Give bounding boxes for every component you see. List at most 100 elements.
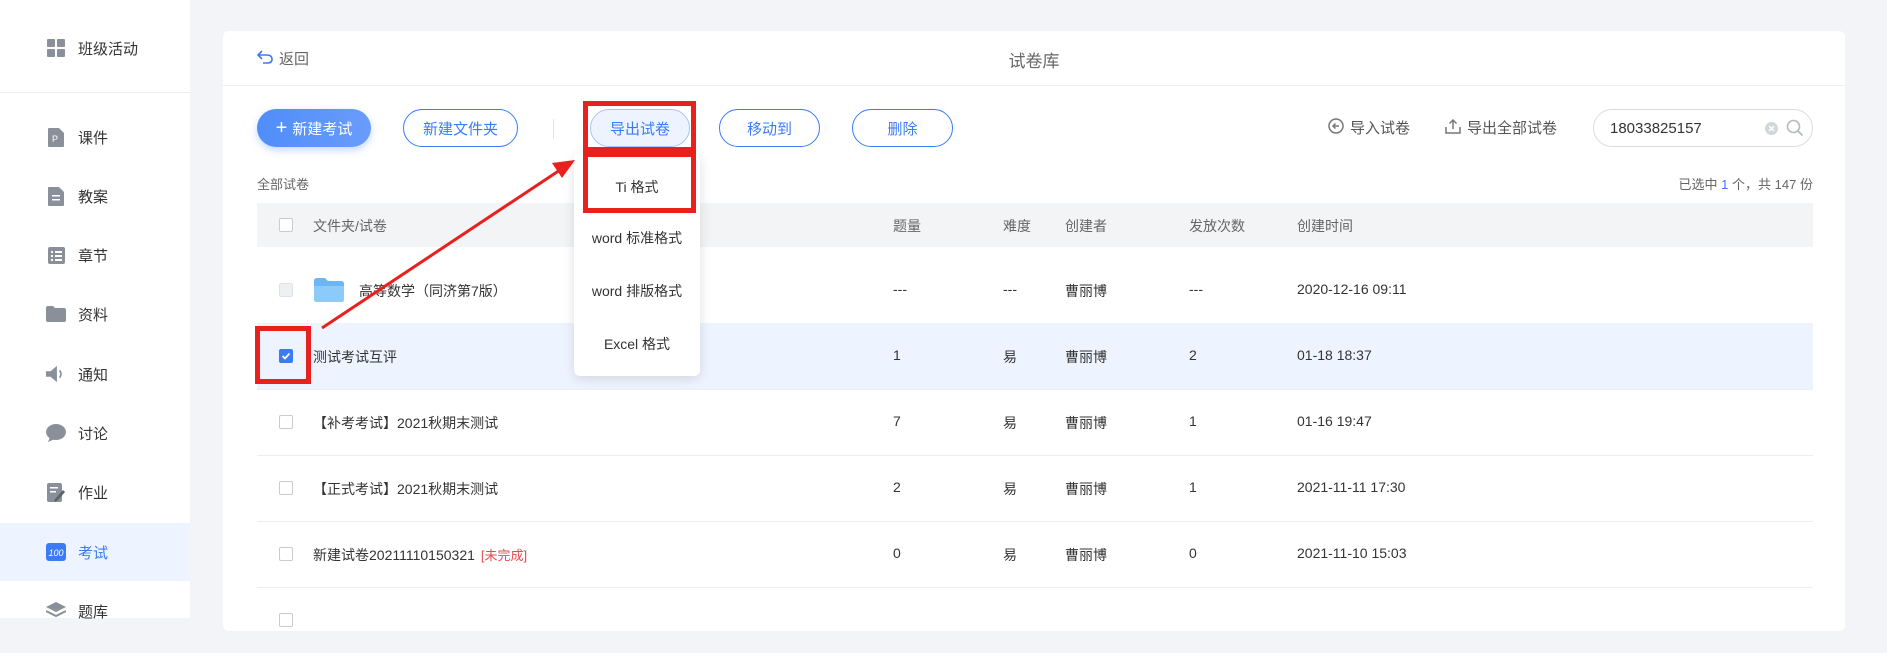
- svg-text:P: P: [52, 134, 58, 144]
- sidebar-item-lesson-plan[interactable]: 教案: [0, 167, 190, 225]
- row-creator: 曹丽博: [1065, 415, 1107, 431]
- annotation-box-checkbox: [255, 326, 311, 384]
- row-issued: 0: [1189, 545, 1197, 561]
- menu-item-excel-format[interactable]: Excel 格式: [574, 334, 700, 354]
- search-icon[interactable]: [1786, 119, 1804, 142]
- sidebar-item-materials[interactable]: 资料: [0, 285, 190, 343]
- clear-icon[interactable]: [1764, 121, 1779, 141]
- import-label: 导入试卷: [1350, 120, 1411, 137]
- column-header-difficulty: 难度: [1003, 218, 1031, 234]
- row-checkbox[interactable]: [279, 481, 293, 495]
- row-difficulty: 易: [1003, 481, 1017, 497]
- table-row[interactable]: 【正式考试】2021秋期末测试 2 易 曹丽博 1 2021-11-11 17:…: [257, 455, 1813, 522]
- sidebar-item-label: 讨论: [78, 425, 109, 443]
- row-created: 2020-12-16 09:11: [1297, 281, 1407, 297]
- table-row[interactable]: 测试考试互评 1 易 曹丽博 2 01-18 18:37: [257, 323, 1813, 390]
- table-header: 文件夹/试卷 题量 难度 创建者 发放次数 创建时间: [257, 203, 1813, 247]
- sidebar-item-courseware[interactable]: P 课件: [0, 108, 190, 166]
- sidebar-item-label: 章节: [78, 247, 109, 265]
- row-name[interactable]: 【正式考试】2021秋期末测试: [313, 479, 498, 499]
- search-input[interactable]: [1608, 118, 1752, 138]
- sidebar-item-label: 考试: [78, 544, 109, 562]
- grid-icon: [46, 38, 66, 58]
- sidebar-item-homework[interactable]: 作业: [0, 463, 190, 521]
- row-created: 2021-11-10 15:03: [1297, 545, 1407, 561]
- page-title: 试卷库: [1008, 52, 1060, 71]
- column-header-issued: 发放次数: [1189, 218, 1245, 234]
- sidebar-item-chapters[interactable]: 章节: [0, 226, 190, 284]
- table-row[interactable]: 新建试卷20211110150321 [未完成] 0 易 曹丽博 0 2021-1…: [257, 521, 1813, 588]
- sidebar-item-question-bank[interactable]: 题库: [0, 582, 190, 640]
- sidebar-item-class-activity[interactable]: 班级活动: [0, 19, 190, 77]
- row-issued: ---: [1189, 281, 1203, 297]
- row-difficulty: 易: [1003, 547, 1017, 563]
- row-name[interactable]: 高等数学（同济第7版）: [359, 281, 507, 301]
- row-creator: 曹丽博: [1065, 283, 1107, 299]
- menu-item-word-standard[interactable]: word 标准格式: [574, 228, 700, 248]
- export-all-label: 导出全部试卷: [1467, 120, 1558, 137]
- sidebar-item-label: 班级活动: [78, 40, 139, 58]
- select-all-checkbox[interactable]: [279, 218, 293, 232]
- row-creator: 曹丽博: [1065, 349, 1107, 365]
- total-count: 147: [1774, 177, 1797, 192]
- import-icon: [1328, 117, 1344, 138]
- delete-button[interactable]: 删除: [852, 109, 953, 147]
- sidebar-item-label: 通知: [78, 366, 109, 384]
- summary-middle: 个，共: [1732, 177, 1772, 192]
- sidebar-item-discussion[interactable]: 讨论: [0, 404, 190, 462]
- row-name[interactable]: 测试考试互评: [313, 347, 397, 367]
- ppt-file-icon: P: [46, 127, 66, 147]
- row-checkbox[interactable]: [279, 613, 293, 627]
- menu-item-word-layout[interactable]: word 排版格式: [574, 281, 700, 301]
- homework-icon: [46, 482, 66, 502]
- row-count: 7: [893, 413, 901, 429]
- import-paper-button[interactable]: 导入试卷: [1328, 117, 1410, 138]
- row-checkbox[interactable]: [279, 547, 293, 561]
- toolbar-divider: [553, 119, 554, 139]
- export-all-button[interactable]: 导出全部试卷: [1445, 117, 1557, 138]
- row-count: 1: [893, 347, 901, 363]
- summary-prefix: 已选中: [1678, 177, 1718, 192]
- new-folder-button[interactable]: 新建文件夹: [403, 109, 518, 147]
- row-issued: 2: [1189, 347, 1197, 363]
- row-checkbox: [279, 283, 293, 297]
- row-created: 01-16 19:47: [1297, 413, 1372, 429]
- row-count: ---: [893, 281, 907, 297]
- sidebar: 班级活动 P 课件 教案 章节 资料 通知 讨论 作业 100 考试 题库: [0, 0, 190, 621]
- breadcrumb[interactable]: 全部试卷: [257, 174, 309, 193]
- column-header-creator: 创建者: [1065, 218, 1107, 234]
- row-created: 2021-11-11 17:30: [1297, 479, 1406, 495]
- svg-text:100: 100: [49, 548, 64, 558]
- exam-100-icon: 100: [46, 542, 66, 562]
- table-row[interactable]: 【补考考试】2021秋期末测试 7 易 曹丽博 1 01-16 19:47: [257, 389, 1813, 456]
- row-difficulty: ---: [1003, 281, 1017, 297]
- sidebar-item-label: 课件: [78, 129, 109, 147]
- column-header-created: 创建时间: [1297, 218, 1353, 234]
- folder-icon: [46, 304, 66, 324]
- annotation-box-ti-format: [583, 152, 696, 213]
- move-to-button[interactable]: 移动到: [719, 109, 820, 147]
- selected-count: 1: [1721, 177, 1729, 192]
- table-row[interactable]: 高等数学（同济第7版） --- --- 曹丽博 --- 2020-12-16 0…: [257, 257, 1813, 324]
- sidebar-divider: [0, 92, 190, 93]
- new-exam-button[interactable]: + 新建考试: [257, 109, 371, 147]
- row-name-cell[interactable]: 新建试卷20211110150321 [未完成]: [313, 545, 527, 565]
- paper-library-panel: 返回 试卷库 + 新建考试 新建文件夹 导出试卷 移动到 删除 导入试卷 导出全…: [223, 31, 1845, 631]
- row-difficulty: 易: [1003, 415, 1017, 431]
- annotation-box-export-button: [583, 101, 696, 152]
- row-name[interactable]: 【补考考试】2021秋期末测试: [313, 413, 498, 433]
- upload-icon: [1445, 118, 1461, 138]
- sidebar-item-label: 题库: [78, 603, 109, 621]
- row-name: 新建试卷20211110150321: [313, 547, 475, 563]
- lesson-plan-icon: [46, 186, 66, 206]
- row-issued: 1: [1189, 479, 1197, 495]
- sidebar-item-exam[interactable]: 100 考试: [0, 523, 190, 581]
- sidebar-item-notices[interactable]: 通知: [0, 345, 190, 403]
- stack-icon: [46, 601, 66, 621]
- row-checkbox[interactable]: [279, 415, 293, 429]
- selection-summary: 已选中 1 个，共 147 份: [1679, 174, 1813, 193]
- plus-icon: +: [275, 117, 288, 139]
- panel-header: 返回 试卷库: [223, 31, 1845, 86]
- table-row[interactable]: [257, 587, 1813, 653]
- incomplete-tag: [未完成]: [480, 548, 528, 563]
